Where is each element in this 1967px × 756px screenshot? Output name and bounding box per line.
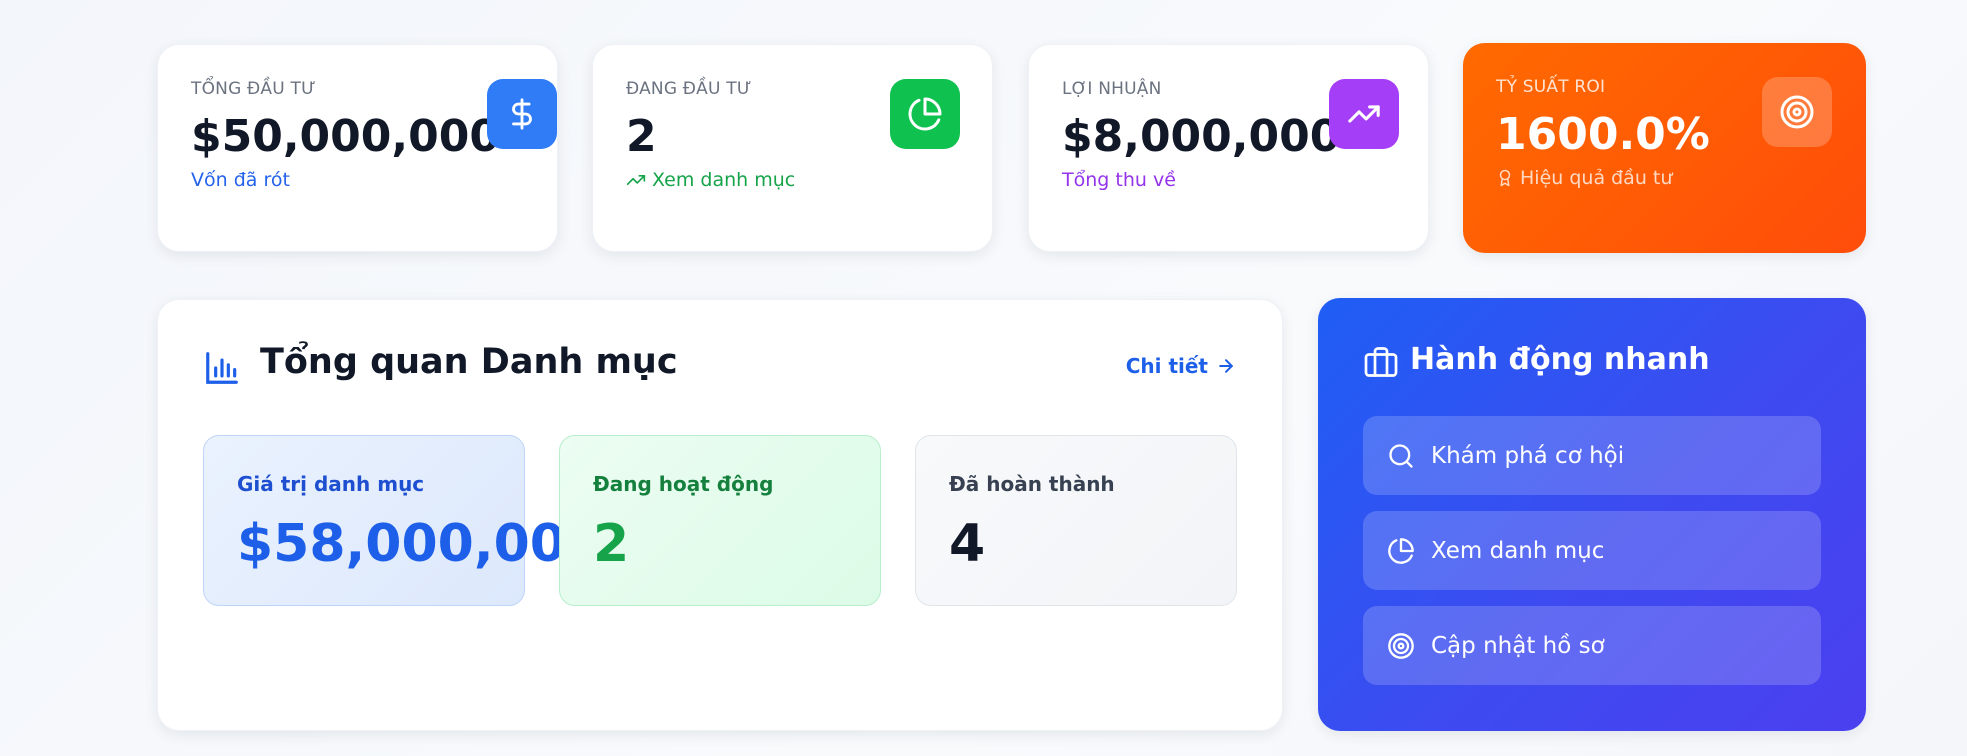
quick-action-label: Cập nhật hồ sơ (1431, 632, 1605, 659)
stat-label: TỔNG ĐẦU TƯ (191, 79, 316, 99)
quick-actions-panel: Hành động nhanh Khám phá cơ hội Xem danh… (1318, 298, 1866, 731)
stat-sub-label: Vốn đã rót (191, 169, 290, 191)
update-profile-button[interactable]: Cập nhật hồ sơ (1363, 606, 1821, 685)
stat-value: $50,000,000 (191, 111, 500, 162)
stat-card-roi: TỶ SUẤT ROI 1600.0% Hiệu quả đầu tư (1463, 43, 1866, 253)
stat-label: ĐANG ĐẦU TƯ (626, 79, 752, 99)
target-icon (1762, 77, 1832, 147)
stat-card-total-investment: TỔNG ĐẦU TƯ $50,000,000 Vốn đã rót (157, 44, 558, 252)
search-icon (1385, 440, 1417, 472)
arrow-right-icon (1219, 359, 1233, 373)
mini-card-value: 4 (949, 514, 986, 574)
mini-card-label: Giá trị danh mục (237, 472, 425, 496)
mini-card-label: Đang hoạt động (593, 472, 774, 496)
stat-label: TỶ SUẤT ROI (1496, 77, 1606, 97)
stat-subtext: Hiệu quả đầu tư (1496, 167, 1672, 189)
bar-chart-icon (203, 348, 241, 392)
active-card: Đang hoạt động 2 (559, 435, 881, 606)
stat-value: $8,000,000 (1062, 111, 1341, 162)
details-link-label: Chi tiết (1125, 354, 1208, 378)
stat-value: 1600.0% (1496, 109, 1710, 160)
stat-value: 2 (626, 111, 657, 162)
mini-card-label: Đã hoàn thành (949, 472, 1115, 496)
quick-action-label: Khám phá cơ hội (1431, 442, 1625, 469)
pie-chart-icon (1385, 535, 1417, 567)
pie-chart-icon (890, 79, 960, 149)
stat-subtext: Vốn đã rót (191, 169, 290, 191)
portfolio-overview-panel: Tổng quan Danh mục Chi tiết Giá trị danh… (157, 299, 1283, 731)
stat-sub-label: Hiệu quả đầu tư (1520, 167, 1673, 189)
stat-label: LỢI NHUẬN (1062, 79, 1162, 99)
view-portfolio-button[interactable]: Xem danh mục (1363, 511, 1821, 590)
section-title: Hành động nhanh (1410, 342, 1710, 377)
view-portfolio-link[interactable]: Xem danh mục (626, 169, 795, 191)
quick-action-label: Xem danh mục (1431, 537, 1605, 564)
mini-card-value: $58,000,000 (237, 514, 603, 574)
stat-sub-label: Tổng thu về (1062, 169, 1176, 191)
portfolio-value-card: Giá trị danh mục $58,000,000 (203, 435, 602, 606)
trending-up-icon (626, 175, 646, 185)
explore-opportunities-button[interactable]: Khám phá cơ hội (1363, 416, 1821, 495)
stat-card-profit: LỢI NHUẬN $8,000,000 Tổng thu về (1028, 44, 1429, 252)
dollar-icon (487, 79, 557, 149)
stat-card-active-investments: ĐANG ĐẦU TƯ 2 Xem danh mục (592, 44, 993, 252)
completed-card: Đã hoàn thành 4 (915, 435, 1237, 606)
trending-up-icon (1329, 79, 1399, 149)
target-icon (1385, 630, 1417, 662)
details-link[interactable]: Chi tiết (1126, 354, 1236, 378)
stat-sub-label: Xem danh mục (652, 169, 796, 191)
section-title: Tổng quan Danh mục (260, 342, 678, 382)
award-icon (1499, 169, 1511, 187)
stat-subtext: Tổng thu về (1062, 169, 1176, 191)
briefcase-icon (1363, 344, 1399, 384)
mini-card-value: 2 (593, 514, 630, 574)
